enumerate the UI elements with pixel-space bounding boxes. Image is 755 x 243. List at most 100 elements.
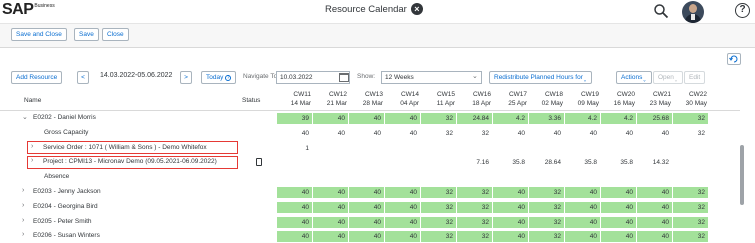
- capacity-cell[interactable]: 40: [601, 231, 636, 243]
- capacity-cell[interactable]: 3.36: [529, 113, 564, 124]
- capacity-cell[interactable]: [277, 172, 312, 183]
- capacity-cell[interactable]: 39: [277, 113, 312, 124]
- capacity-cell[interactable]: [637, 172, 672, 183]
- capacity-cell[interactable]: 32: [529, 216, 564, 228]
- today-button[interactable]: Today ?: [201, 71, 237, 84]
- capacity-cell[interactable]: 32: [529, 201, 564, 213]
- redistribute-button[interactable]: Redistribute Planned Hours for⌄: [489, 71, 593, 84]
- capacity-cell[interactable]: 40: [385, 187, 420, 198]
- capacity-cell[interactable]: 32: [673, 187, 708, 198]
- chevron-down-icon[interactable]: ⌄: [472, 72, 478, 80]
- capacity-cell[interactable]: 32: [421, 216, 456, 228]
- capacity-cell[interactable]: 40: [277, 187, 312, 198]
- capacity-cell[interactable]: [673, 157, 708, 168]
- capacity-cell[interactable]: 40: [493, 201, 528, 213]
- capacity-cell[interactable]: [637, 143, 672, 154]
- table-row[interactable]: ⌄ E0202 - Daniel Morris 39 40 40 40 32 24.84 4.2…: [0, 112, 740, 125]
- capacity-cell[interactable]: 4.2: [565, 113, 600, 124]
- capacity-cell[interactable]: 40: [493, 231, 528, 243]
- capacity-cell[interactable]: [457, 172, 492, 183]
- capacity-cell[interactable]: 40: [385, 231, 420, 243]
- chevron-right-icon[interactable]: ›: [22, 202, 24, 209]
- capacity-cell[interactable]: 32: [421, 187, 456, 198]
- capacity-cell[interactable]: 25.68: [637, 113, 672, 124]
- capacity-cell[interactable]: 40: [637, 231, 672, 243]
- table-row[interactable]: › E0206 - Susan Winters 40 40 40 40 32 32 40 32 40…: [0, 230, 740, 243]
- capacity-cell[interactable]: [385, 157, 420, 168]
- capacity-cell[interactable]: 40: [385, 201, 420, 213]
- capacity-cell[interactable]: 32: [457, 187, 492, 198]
- capacity-cell[interactable]: 32: [421, 201, 456, 213]
- sap-logo[interactable]: SAP Business: [2, 2, 55, 18]
- capacity-cell[interactable]: 32: [457, 231, 492, 243]
- vertical-scrollbar[interactable]: [740, 145, 744, 205]
- chevron-right-icon[interactable]: ›: [22, 231, 24, 238]
- capacity-cell[interactable]: 40: [277, 128, 312, 139]
- capacity-cell[interactable]: [457, 143, 492, 154]
- capacity-cell[interactable]: [493, 143, 528, 154]
- capacity-cell[interactable]: 32: [457, 128, 492, 139]
- capacity-cell[interactable]: 7.16: [457, 157, 492, 168]
- capacity-cell[interactable]: 40: [349, 128, 384, 139]
- save-and-close-button[interactable]: Save and Close: [11, 28, 67, 41]
- capacity-cell[interactable]: [673, 143, 708, 154]
- capacity-cell[interactable]: 40: [313, 187, 348, 198]
- capacity-cell[interactable]: 32: [421, 231, 456, 243]
- capacity-cell[interactable]: 40: [493, 216, 528, 228]
- close-icon[interactable]: ×: [410, 3, 423, 15]
- capacity-cell[interactable]: 32: [673, 128, 708, 139]
- capacity-cell[interactable]: 32: [673, 231, 708, 243]
- edit-button[interactable]: Edit: [684, 71, 706, 84]
- capacity-cell[interactable]: 32: [673, 216, 708, 228]
- capacity-cell[interactable]: 40: [277, 216, 312, 228]
- capacity-cell[interactable]: [529, 143, 564, 154]
- capacity-cell[interactable]: 40: [277, 201, 312, 213]
- document-status-icon[interactable]: [256, 158, 262, 167]
- prev-button[interactable]: <: [77, 71, 89, 84]
- user-avatar[interactable]: [682, 1, 704, 23]
- capacity-cell[interactable]: 40: [565, 201, 600, 213]
- capacity-cell[interactable]: 40: [601, 216, 636, 228]
- actions-button[interactable]: Actions⌄: [616, 71, 652, 84]
- next-button[interactable]: >: [180, 71, 192, 84]
- table-row[interactable]: › E0205 - Peter Smith 40 40 40 40 32 32 40 32 40 40…: [0, 216, 740, 229]
- capacity-cell[interactable]: 40: [601, 201, 636, 213]
- capacity-cell[interactable]: [349, 157, 384, 168]
- capacity-cell[interactable]: [601, 143, 636, 154]
- capacity-cell[interactable]: 32: [673, 201, 708, 213]
- capacity-cell[interactable]: 4.2: [601, 113, 636, 124]
- capacity-cell[interactable]: 40: [493, 187, 528, 198]
- capacity-cell[interactable]: [277, 157, 312, 168]
- capacity-cell[interactable]: [349, 172, 384, 183]
- capacity-cell[interactable]: 40: [313, 216, 348, 228]
- chevron-right-icon[interactable]: ›: [22, 217, 24, 224]
- capacity-cell[interactable]: 40: [313, 128, 348, 139]
- chevron-down-icon[interactable]: ⌄: [22, 113, 28, 121]
- capacity-cell[interactable]: 35.8: [493, 157, 528, 168]
- add-resource-button[interactable]: Add Resource: [11, 71, 63, 84]
- table-row[interactable]: Absence: [0, 171, 740, 184]
- capacity-cell[interactable]: 35.8: [565, 157, 600, 168]
- table-row[interactable]: › E0204 - Georgina Bird 40 40 40 40 32 32 40 32 40…: [0, 201, 740, 214]
- capacity-cell[interactable]: 40: [277, 231, 312, 243]
- capacity-cell[interactable]: 40: [565, 187, 600, 198]
- capacity-cell[interactable]: [673, 172, 708, 183]
- capacity-cell[interactable]: 40: [637, 187, 672, 198]
- show-select[interactable]: 12 Weeks: [381, 71, 482, 84]
- capacity-cell[interactable]: [493, 172, 528, 183]
- refresh-button[interactable]: [727, 53, 741, 65]
- open-button[interactable]: Open⌄: [653, 71, 684, 84]
- capacity-cell[interactable]: 32: [421, 128, 456, 139]
- capacity-cell[interactable]: 32: [457, 201, 492, 213]
- capacity-cell[interactable]: 40: [349, 201, 384, 213]
- save-button[interactable]: Save: [74, 28, 99, 41]
- capacity-cell[interactable]: [349, 143, 384, 154]
- capacity-cell[interactable]: 40: [349, 187, 384, 198]
- capacity-cell[interactable]: [313, 143, 348, 154]
- table-row[interactable]: › E0203 - Jenny Jackson 40 40 40 40 32 32 40 32 40…: [0, 186, 740, 199]
- capacity-cell[interactable]: [421, 172, 456, 183]
- capacity-cell[interactable]: 40: [349, 231, 384, 243]
- capacity-cell[interactable]: 35.8: [601, 157, 636, 168]
- capacity-cell[interactable]: [565, 172, 600, 183]
- capacity-cell[interactable]: 40: [565, 231, 600, 243]
